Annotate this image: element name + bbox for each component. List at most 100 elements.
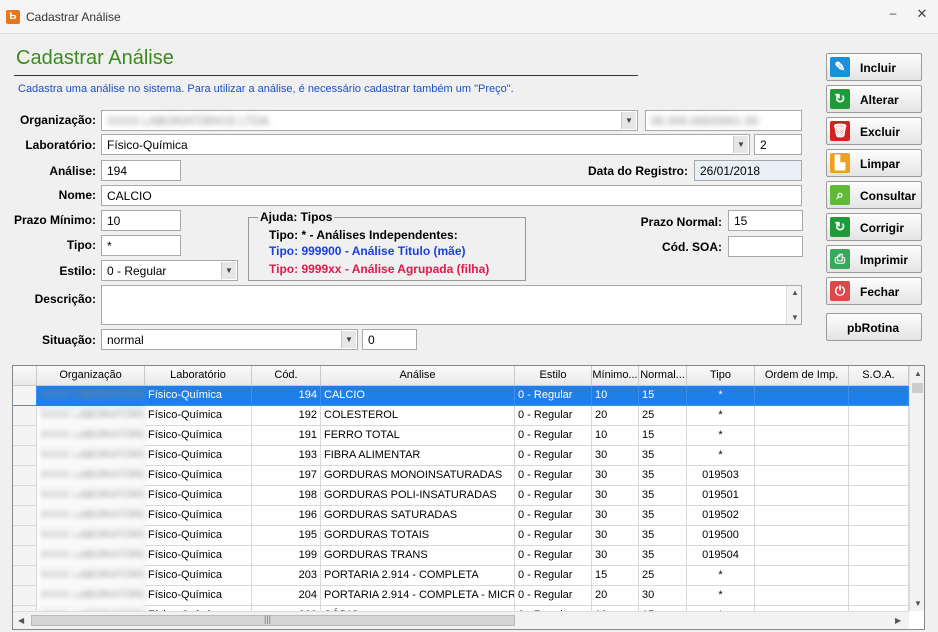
prazo-normal-label: Prazo Normal: [640,215,722,229]
analise-field[interactable]: 194 [101,160,181,181]
prazo-minimo-field[interactable]: 10 [101,210,181,231]
column-header[interactable]: Normal... [639,366,687,386]
situacao-value: normal [107,333,144,347]
row-indicator[interactable] [13,406,37,426]
horizontal-scrollbar[interactable]: ◀ ||| ▶ [13,611,909,629]
situacao-code-field[interactable]: 0 [362,329,417,350]
table-row[interactable]: XXXX LABORATÓRIOSFísico-Química193FIBRA … [13,446,909,466]
refresh-icon: ↻ [830,89,850,109]
column-header[interactable]: Tipo [687,366,755,386]
table-row[interactable]: XXXX LABORATÓRIOSFísico-Química197GORDUR… [13,466,909,486]
table-cell [849,386,909,406]
scroll-right-icon[interactable]: ▶ [895,616,901,625]
table-cell: 0 - Regular [515,546,592,566]
nome-field[interactable]: CALCIO [101,185,802,206]
scroll-down-icon[interactable]: ▼ [791,313,799,322]
limpar-button[interactable]: ▙ Limpar [826,149,922,177]
organizacao-select[interactable]: XXXX LABORATÓRIOS LTDA ▼ [101,110,638,131]
column-header[interactable]: Organização [37,366,145,386]
table-row[interactable]: XXXX LABORATÓRIOSFísico-Química199GORDUR… [13,546,909,566]
column-header[interactable]: Análise [321,366,515,386]
organizacao-label: Organização: [19,113,96,127]
corrigir-button[interactable]: ↻ Corrigir [826,213,922,241]
data-registro-field[interactable]: 26/01/2018 [694,160,802,181]
column-header[interactable]: Laboratório [145,366,252,386]
organizacao-code-field[interactable]: 00.000.000/0001-00 [645,110,802,131]
table-cell: 10 [592,426,639,446]
table-row[interactable]: XXXX LABORATÓRIOSFísico-Química195GORDUR… [13,526,909,546]
table-cell: Físico-Química [145,466,252,486]
column-header[interactable]: Cód. [252,366,321,386]
column-header[interactable]: S.O.A. [849,366,909,386]
row-indicator[interactable] [13,526,37,546]
chevron-down-icon[interactable]: ▼ [621,112,636,129]
close-button[interactable]: ✕ [913,6,931,24]
pbrotina-button[interactable]: pbRotina [826,313,922,341]
table-cell: XXXX LABORATÓRIOS [37,546,145,566]
table-row[interactable]: XXXX LABORATÓRIOSFísico-Química194CALCIO… [13,386,909,406]
alterar-button[interactable]: ↻ Alterar [826,85,922,113]
scroll-down-icon[interactable]: ▼ [914,599,922,608]
consultar-button[interactable]: ⌕ Consultar [826,181,922,209]
table-cell: 019504 [687,546,755,566]
laboratorio-select[interactable]: Físico-Química ▼ [101,134,750,155]
table-row[interactable]: XXXX LABORATÓRIOSFísico-Química192COLEST… [13,406,909,426]
scroll-up-icon[interactable]: ▲ [791,288,799,297]
cod-soa-label: Cód. SOA: [662,240,722,254]
vertical-scroll-thumb[interactable] [912,383,923,393]
column-header[interactable]: Ordem de Imp. [755,366,849,386]
table-cell: FIBRA ALIMENTAR [321,446,515,466]
row-indicator[interactable] [13,466,37,486]
descricao-scrollbar[interactable]: ▲ ▼ [786,286,801,324]
descricao-label: Descrição: [34,292,96,306]
table-row[interactable]: XXXX LABORATÓRIOSFísico-Química196GORDUR… [13,506,909,526]
row-indicator[interactable] [13,486,37,506]
row-indicator[interactable] [13,506,37,526]
row-indicator[interactable] [13,546,37,566]
table-cell: * [687,406,755,426]
minimize-button[interactable]: – [884,6,902,24]
imprimir-button[interactable]: ⎙ Imprimir [826,245,922,273]
fechar-button[interactable]: ⏻ Fechar [826,277,922,305]
excluir-button[interactable]: 🗑 Excluir [826,117,922,145]
row-indicator[interactable] [13,566,37,586]
table-row[interactable]: XXXX LABORATÓRIOSFísico-Química204PORTAR… [13,586,909,606]
table-row[interactable]: XXXX LABORATÓRIOSFísico-Química203PORTAR… [13,566,909,586]
table-cell: Físico-Química [145,566,252,586]
table-cell [849,546,909,566]
cod-soa-field[interactable] [728,236,803,257]
row-indicator[interactable] [13,386,37,406]
scroll-left-icon[interactable]: ◀ [18,616,24,625]
table-cell: XXXX LABORATÓRIOS [37,486,145,506]
table-cell: * [687,446,755,466]
scroll-grip: ||| [264,614,272,624]
horizontal-scroll-thumb[interactable]: ||| [31,614,515,626]
chevron-down-icon[interactable]: ▼ [733,136,748,153]
row-indicator[interactable] [13,426,37,446]
laboratorio-code-field[interactable]: 2 [754,134,802,155]
table-row[interactable]: XXXX LABORATÓRIOSFísico-Química191FERRO … [13,426,909,446]
prazo-normal-field[interactable]: 15 [728,210,803,231]
estilo-select[interactable]: 0 - Regular ▼ [101,260,238,281]
row-indicator[interactable] [13,446,37,466]
descricao-textarea[interactable] [101,285,802,325]
vertical-scrollbar[interactable]: ▲ ▼ [909,366,924,611]
situacao-select[interactable]: normal ▼ [101,329,358,350]
analises-grid[interactable]: Organização Laboratório Cód. Análise Estilo M… [12,365,925,630]
column-header[interactable]: Mínimo... [592,366,639,386]
tipo-field[interactable]: * [101,235,181,256]
scroll-up-icon[interactable]: ▲ [914,369,922,378]
help-line-independent: Tipo: * - Análises Independentes: [269,228,458,242]
table-cell: 15 [592,566,639,586]
chevron-down-icon[interactable]: ▼ [341,331,356,348]
column-header[interactable]: Estilo [515,366,592,386]
row-indicator[interactable] [13,586,37,606]
table-cell: XXXX LABORATÓRIOS [37,566,145,586]
table-row[interactable]: XXXX LABORATÓRIOSFísico-Química198GORDUR… [13,486,909,506]
table-cell: XXXX LABORATÓRIOS [37,526,145,546]
table-cell: Físico-Química [145,526,252,546]
table-cell: XXXX LABORATÓRIOS [37,506,145,526]
estilo-value: 0 - Regular [107,264,167,278]
chevron-down-icon[interactable]: ▼ [221,262,236,279]
incluir-button[interactable]: ✎ Incluir [826,53,922,81]
